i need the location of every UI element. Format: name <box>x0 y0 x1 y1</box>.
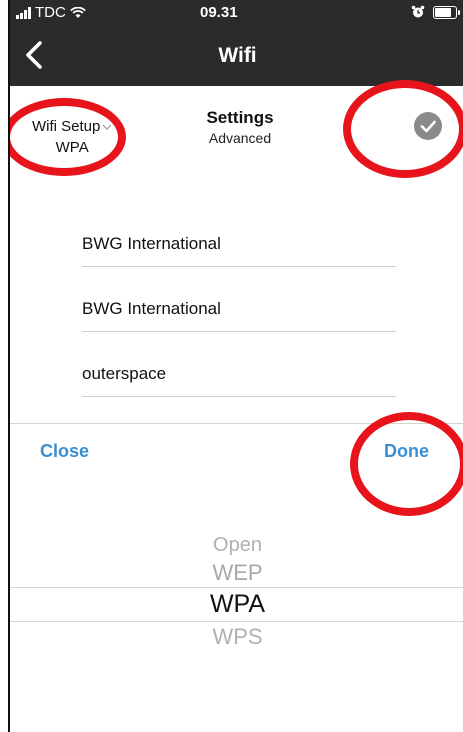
security-type-picker[interactable]: Open WEP WPA WPS <box>10 530 463 660</box>
advanced-label[interactable]: Advanced <box>190 130 290 146</box>
picker-selection-line-bottom <box>10 621 463 622</box>
ssid-field[interactable]: BWG International <box>82 222 396 267</box>
picker-option-wep[interactable]: WEP <box>10 560 463 586</box>
page-title: Wifi <box>218 44 257 67</box>
close-button[interactable]: Close <box>40 441 89 462</box>
password-value: outerspace <box>82 364 167 383</box>
picker-option-wps[interactable]: WPS <box>10 624 463 650</box>
settings-header: Settings Advanced <box>190 108 290 146</box>
password-field[interactable]: outerspace <box>82 352 396 397</box>
settings-label: Settings <box>206 108 274 127</box>
status-bar: TDC 09.31 <box>10 0 463 26</box>
picker-selection-line-top <box>10 587 463 588</box>
nav-bar: Wifi <box>10 26 463 86</box>
alarm-icon <box>411 5 425 18</box>
battery-icon <box>433 5 460 19</box>
app-screen: TDC 09.31 Wifi Wifi Setup WPA Settings A… <box>8 0 463 732</box>
annotation-circle-check <box>343 80 463 178</box>
status-right <box>411 5 460 19</box>
picker-option-open[interactable]: Open <box>10 534 463 557</box>
carrier-info: TDC <box>16 4 86 21</box>
status-time: 09.31 <box>200 4 238 21</box>
network-name-value: BWG International <box>82 299 221 318</box>
network-name-field[interactable]: BWG International <box>82 287 396 332</box>
carrier-name: TDC <box>35 4 66 21</box>
annotation-circle-setup <box>10 98 126 176</box>
annotation-circle-done <box>350 412 463 516</box>
picker-option-wpa-selected[interactable]: WPA <box>10 590 463 619</box>
wifi-signal-icon <box>70 6 86 18</box>
ssid-value: BWG International <box>82 234 221 253</box>
signal-icon <box>16 6 31 19</box>
